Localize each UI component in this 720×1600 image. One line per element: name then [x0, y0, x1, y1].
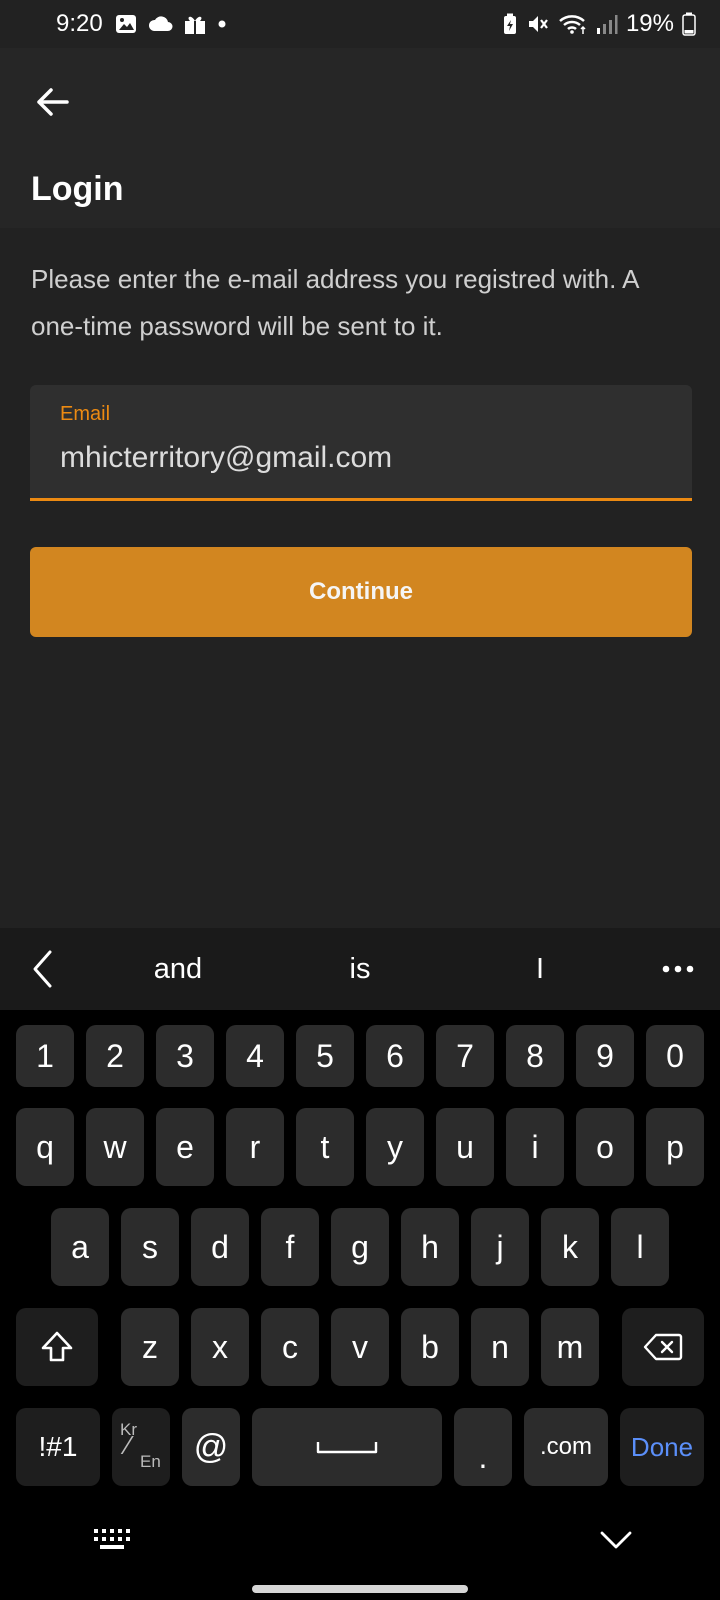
- key-2[interactable]: 2: [86, 1025, 144, 1087]
- backspace-key[interactable]: [622, 1308, 704, 1386]
- page-title: Login: [31, 170, 124, 208]
- key-e[interactable]: e: [156, 1108, 214, 1186]
- email-input[interactable]: [60, 435, 660, 481]
- key-z[interactable]: z: [121, 1308, 179, 1386]
- key-o[interactable]: o: [576, 1108, 634, 1186]
- battery-icon: [682, 12, 696, 36]
- language-key[interactable]: Kr ⁄ En: [112, 1408, 170, 1486]
- wifi-icon: [558, 13, 588, 35]
- key-d[interactable]: d: [191, 1208, 249, 1286]
- keyboard-grid-icon: [94, 1529, 130, 1549]
- symbols-key[interactable]: !#1: [16, 1408, 100, 1486]
- key-m[interactable]: m: [541, 1308, 599, 1386]
- key-x[interactable]: x: [191, 1308, 249, 1386]
- key-l[interactable]: l: [611, 1208, 669, 1286]
- keyboard-toggle-button[interactable]: [84, 1522, 140, 1558]
- space-bar-icon: [316, 1442, 378, 1454]
- space-key[interactable]: [252, 1408, 442, 1486]
- image-icon: [115, 13, 137, 35]
- key-t[interactable]: t: [296, 1108, 354, 1186]
- key-9[interactable]: 9: [576, 1025, 634, 1087]
- suggestion-item[interactable]: is: [310, 946, 410, 992]
- key-c[interactable]: c: [261, 1308, 319, 1386]
- cloud-icon: [147, 15, 173, 33]
- key-h[interactable]: h: [401, 1208, 459, 1286]
- gift-icon: [183, 13, 207, 35]
- suggestion-item[interactable]: I: [490, 946, 590, 992]
- key-p[interactable]: p: [646, 1108, 704, 1186]
- key-f[interactable]: f: [261, 1208, 319, 1286]
- arrow-left-icon: [37, 88, 69, 116]
- key-i[interactable]: i: [506, 1108, 564, 1186]
- hide-keyboard-button[interactable]: [588, 1520, 644, 1560]
- key-r[interactable]: r: [226, 1108, 284, 1186]
- signal-icon: [596, 13, 618, 35]
- chevron-left-icon: [33, 950, 52, 988]
- more-horizontal-icon: [662, 965, 694, 973]
- key-a[interactable]: a: [51, 1208, 109, 1286]
- key-v[interactable]: v: [331, 1308, 389, 1386]
- key-g[interactable]: g: [331, 1208, 389, 1286]
- key-7[interactable]: 7: [436, 1025, 494, 1087]
- key-u[interactable]: u: [436, 1108, 494, 1186]
- key-0[interactable]: 0: [646, 1025, 704, 1087]
- key-5[interactable]: 5: [296, 1025, 354, 1087]
- continue-button[interactable]: Continue: [30, 547, 692, 637]
- key-3[interactable]: 3: [156, 1025, 214, 1087]
- key-j[interactable]: j: [471, 1208, 529, 1286]
- back-button[interactable]: [26, 76, 78, 128]
- key-period[interactable]: .: [454, 1408, 512, 1486]
- more-options-button[interactable]: [650, 946, 706, 992]
- suggestion-item[interactable]: and: [128, 946, 228, 992]
- battery-saver-icon: [502, 13, 518, 35]
- email-field[interactable]: Email: [30, 385, 692, 501]
- shift-key[interactable]: [16, 1308, 98, 1386]
- shift-icon: [41, 1331, 73, 1362]
- key-6[interactable]: 6: [366, 1025, 424, 1087]
- done-key[interactable]: Done: [620, 1408, 704, 1486]
- app-bar: Login: [0, 48, 720, 228]
- login-form: Please enter the e-mail address you regi…: [0, 228, 720, 928]
- home-indicator[interactable]: [252, 1585, 468, 1593]
- status-time: 9:20: [56, 10, 103, 37]
- slash-glyph: ⁄: [126, 1430, 131, 1460]
- key-n[interactable]: n: [471, 1308, 529, 1386]
- key-w[interactable]: w: [86, 1108, 144, 1186]
- lang-bottom-label: En: [140, 1452, 161, 1471]
- key-dotcom[interactable]: .com: [524, 1408, 608, 1486]
- email-label: Email: [60, 403, 111, 425]
- suggestion-bar: and is I: [0, 928, 720, 1010]
- chevron-down-icon: [600, 1531, 632, 1549]
- status-bar: 9:20 19%: [0, 0, 720, 48]
- key-s[interactable]: s: [121, 1208, 179, 1286]
- key-q[interactable]: q: [16, 1108, 74, 1186]
- battery-percent: 19%: [625, 10, 674, 37]
- key-k[interactable]: k: [541, 1208, 599, 1286]
- key-1[interactable]: 1: [16, 1025, 74, 1087]
- suggestion-back-button[interactable]: [22, 946, 62, 992]
- mute-icon: [526, 13, 550, 35]
- backspace-icon: [643, 1333, 683, 1361]
- status-right: 19%: [502, 10, 696, 38]
- key-8[interactable]: 8: [506, 1025, 564, 1087]
- key-4[interactable]: 4: [226, 1025, 284, 1087]
- dot-icon: [217, 19, 227, 29]
- key-at[interactable]: @: [182, 1408, 240, 1486]
- instructions-text: Please enter the e-mail address you regi…: [31, 264, 638, 341]
- key-b[interactable]: b: [401, 1308, 459, 1386]
- status-left-icons: [115, 13, 227, 35]
- key-y[interactable]: y: [366, 1108, 424, 1186]
